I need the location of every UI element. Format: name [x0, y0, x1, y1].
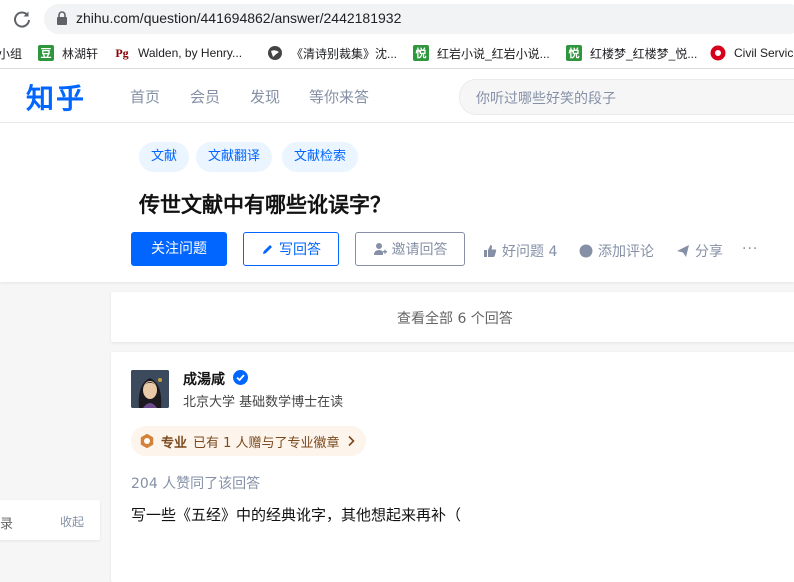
vote-count: 204 人赞同了该回答 — [131, 476, 261, 492]
bookmark-label: 林湖轩 — [62, 46, 99, 61]
avatar-image — [131, 370, 169, 408]
add-comment-label: 添加评论 — [598, 244, 654, 260]
bookmark-label: 《清诗别裁集》沈... — [291, 46, 398, 61]
invite-answer-label: 邀请回答 — [391, 242, 448, 258]
badge-text: 已有 1 人赠与了专业徽章 — [193, 435, 340, 451]
more-options-button[interactable]: ··· — [742, 241, 758, 257]
nav-waiting-answer[interactable]: 等你来答 — [309, 86, 369, 107]
share-icon — [677, 245, 689, 257]
globe-icon — [268, 46, 282, 60]
yue-icon: 悦 — [566, 45, 582, 61]
badge-label: 专业 — [161, 435, 188, 451]
verified-icon — [233, 370, 248, 385]
add-comment-button[interactable]: 添加评论 — [579, 241, 654, 261]
write-answer-button[interactable]: 写回答 — [243, 232, 339, 266]
nav-home[interactable]: 首页 — [130, 86, 160, 107]
topic-tag[interactable]: 文献翻译 — [196, 142, 273, 172]
bookmarks-bar: 小组 豆 林湖轩 Pg Walden, by Henry... 《清诗别裁集》沈… — [0, 38, 794, 69]
search-input[interactable]: 你听过哪些好笑的段子 — [459, 79, 794, 115]
nav-discover[interactable]: 发现 — [250, 86, 280, 107]
search-placeholder: 你听过哪些好笑的段子 — [476, 91, 616, 107]
bookmark-item[interactable]: Pg Walden, by Henry... — [114, 38, 242, 68]
share-label: 分享 — [695, 244, 723, 260]
professional-badge[interactable]: 专业 已有 1 人赠与了专业徽章 — [131, 426, 366, 456]
author-name[interactable]: 成湯咸 — [183, 369, 225, 389]
bookmark-item[interactable]: 《清诗别裁集》沈... — [267, 38, 397, 68]
bookmark-label: Civil Servic — [734, 46, 794, 60]
invite-user-icon — [373, 243, 387, 255]
zhihu-logo[interactable]: 知乎 — [26, 77, 86, 117]
bookmark-label: 小组 — [0, 46, 23, 61]
lock-icon[interactable] — [56, 11, 68, 25]
bookmark-item[interactable]: 小组 — [0, 38, 22, 68]
author-bio: 北京大学 基础数学博士在读 — [183, 395, 344, 410]
pencil-icon — [263, 244, 272, 254]
bookmark-label: 红楼梦_红楼梦_悦... — [590, 46, 698, 61]
comment-icon — [579, 244, 593, 258]
catalog-label: 录 — [0, 517, 14, 532]
follow-question-button[interactable]: 关注问题 — [131, 232, 227, 266]
yue-icon: 悦 — [413, 45, 429, 61]
bookmark-label: 红岩小说_红岩小说... — [437, 46, 550, 61]
reload-icon[interactable] — [12, 9, 32, 29]
question-title: 传世文献中有哪些讹误字？ — [139, 193, 391, 217]
topic-tag[interactable]: 文献 — [139, 142, 190, 172]
nav-membership[interactable]: 会员 — [190, 86, 220, 107]
answer-content: 写一些《五经》中的经典讹字，其他想起来再补（ — [131, 506, 462, 524]
invite-answer-button[interactable]: 邀请回答 — [355, 232, 465, 266]
author-avatar[interactable] — [131, 370, 169, 408]
collapse-button[interactable]: 收起 — [60, 513, 84, 530]
thumbs-up-icon — [484, 245, 497, 257]
badge-icon — [140, 433, 154, 449]
topic-tag[interactable]: 文献检索 — [282, 142, 359, 172]
browser-address-bar: zhihu.com/question/441694862/answer/2442… — [0, 0, 794, 38]
bookmark-item[interactable]: Civil Servic — [710, 38, 793, 68]
write-answer-label: 写回答 — [279, 242, 321, 258]
douban-icon: 豆 — [38, 45, 54, 61]
side-catalog: 录 收起 — [0, 500, 100, 540]
bookmark-item[interactable]: 悦 红楼梦_红楼梦_悦... — [566, 38, 697, 68]
site-header: 知乎 首页 会员 发现 等你来答 你听过哪些好笑的段子 — [0, 69, 794, 123]
good-question-button[interactable]: 好问题 4 — [483, 241, 557, 261]
chevron-right-icon — [347, 435, 355, 447]
gutenberg-icon: Pg — [115, 45, 129, 60]
hk-icon — [710, 45, 726, 61]
good-question-label: 好问题 4 — [502, 244, 558, 260]
view-all-label: 查看全部 6 个回答 — [397, 311, 513, 327]
answer-card: 成湯咸 北京大学 基础数学博士在读 专业 已有 1 人赠与了专业徽章 204 人… — [111, 352, 794, 582]
view-all-answers[interactable]: 查看全部 6 个回答 — [111, 292, 794, 342]
bookmark-label: Walden, by Henry... — [138, 46, 243, 60]
url-text[interactable]: zhihu.com/question/441694862/answer/2442… — [76, 10, 401, 26]
bookmark-item[interactable]: 豆 林湖轩 — [38, 38, 98, 68]
share-button[interactable]: 分享 — [676, 241, 723, 261]
question-header: 文献 文献翻译 文献检索 传世文献中有哪些讹误字？ 关注问题 写回答 邀请回答 … — [0, 123, 794, 282]
bookmark-item[interactable]: 悦 红岩小说_红岩小说... — [413, 38, 550, 68]
